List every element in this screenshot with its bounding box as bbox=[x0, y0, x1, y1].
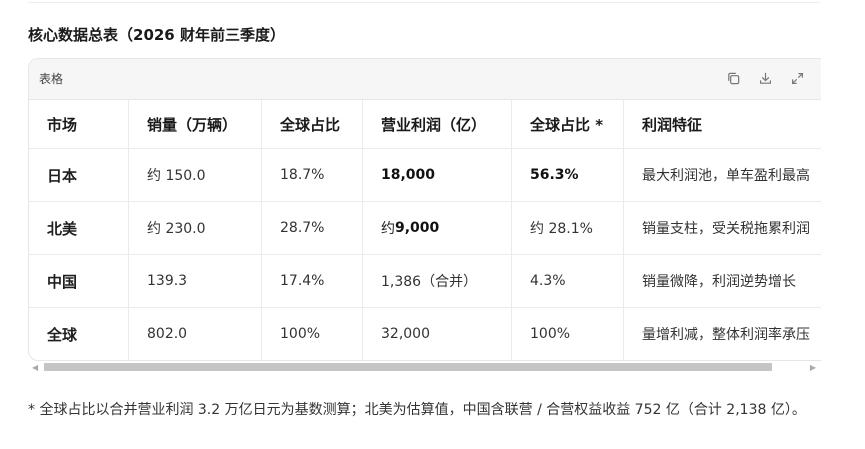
profit-value: 9,000 bbox=[395, 220, 440, 236]
download-icon[interactable] bbox=[756, 69, 774, 87]
horizontal-scrollbar[interactable]: ◀ ▶ bbox=[28, 360, 820, 374]
sales-share-cell: 18.7% bbox=[261, 149, 362, 201]
profit-share-cell: 100% bbox=[511, 308, 623, 360]
profit-share-cell: 约 28.1% bbox=[511, 202, 623, 254]
sales-cell: 约 150.0 bbox=[128, 149, 261, 201]
profit-feature-cell: 销量微降，利润逆势增长 bbox=[623, 255, 821, 307]
sales-share-cell: 28.7% bbox=[261, 202, 362, 254]
table-header-row: 市场 销量（万辆） 全球占比 营业利润（亿） 全球占比 * 利润特征 bbox=[29, 100, 821, 149]
top-divider bbox=[28, 2, 820, 3]
scroll-right-arrow-icon[interactable]: ▶ bbox=[810, 363, 816, 372]
scrollbar-thumb[interactable] bbox=[44, 363, 772, 371]
column-header: 营业利润（亿） bbox=[362, 100, 511, 148]
column-header: 利润特征 bbox=[623, 100, 821, 148]
market-cell: 日本 bbox=[47, 166, 78, 185]
column-header: 销量（万辆） bbox=[128, 100, 261, 148]
table-row: 中国 139.3 17.4% 1,386（合并） 4.3% 销量微降，利润逆势增… bbox=[29, 255, 821, 308]
profit-share-cell: 56.3% bbox=[511, 149, 623, 201]
sales-cell: 约 230.0 bbox=[128, 202, 261, 254]
column-header: 市场 bbox=[47, 115, 78, 134]
profit-cell: 18,000 bbox=[362, 149, 511, 201]
profit-prefix: 约 bbox=[381, 221, 395, 237]
profit-cell: 约 9,000 bbox=[362, 202, 511, 254]
profit-share-cell: 4.3% bbox=[511, 255, 623, 307]
footnote: * 全球占比以合并营业利润 3.2 万亿日元为基数测算；北美为估算值，中国含联营… bbox=[28, 402, 806, 418]
scroll-left-arrow-icon[interactable]: ◀ bbox=[32, 363, 38, 372]
expand-icon[interactable] bbox=[788, 69, 806, 87]
market-cell: 全球 bbox=[47, 325, 78, 344]
table-row: 北美 约 230.0 28.7% 约 9,000 约 28.1% 销量支柱，受关税… bbox=[29, 202, 821, 255]
table-card-header: 表格 bbox=[29, 59, 821, 100]
sales-cell: 139.3 bbox=[128, 255, 261, 307]
profit-feature-cell: 量增利减，整体利润率承压 bbox=[623, 308, 821, 360]
table-row: 日本 约 150.0 18.7% 18,000 56.3% 最大利润池，单车盈利… bbox=[29, 149, 821, 202]
section-heading: 核心数据总表（2026 财年前三季度） bbox=[28, 26, 285, 44]
sales-share-cell: 17.4% bbox=[261, 255, 362, 307]
profit-cell: 32,000 bbox=[362, 308, 511, 360]
sales-cell: 802.0 bbox=[128, 308, 261, 360]
column-header: 全球占比 * bbox=[511, 100, 623, 148]
profit-feature-cell: 最大利润池，单车盈利最高 bbox=[623, 149, 821, 201]
market-cell: 北美 bbox=[47, 219, 78, 238]
market-cell: 中国 bbox=[47, 272, 78, 291]
table-card-label: 表格 bbox=[39, 72, 64, 86]
copy-icon[interactable] bbox=[724, 69, 742, 87]
table-card: 表格 市场 销量（万辆） 全球占比 营业利润（亿） 全球占比 * 利润特征 日本… bbox=[28, 58, 821, 361]
column-header: 全球占比 bbox=[261, 100, 362, 148]
profit-cell: 1,386（合并） bbox=[362, 255, 511, 307]
profit-feature-cell: 销量支柱，受关税拖累利润 bbox=[623, 202, 821, 254]
table-row: 全球 802.0 100% 32,000 100% 量增利减，整体利润率承压 bbox=[29, 308, 821, 360]
sales-share-cell: 100% bbox=[261, 308, 362, 360]
